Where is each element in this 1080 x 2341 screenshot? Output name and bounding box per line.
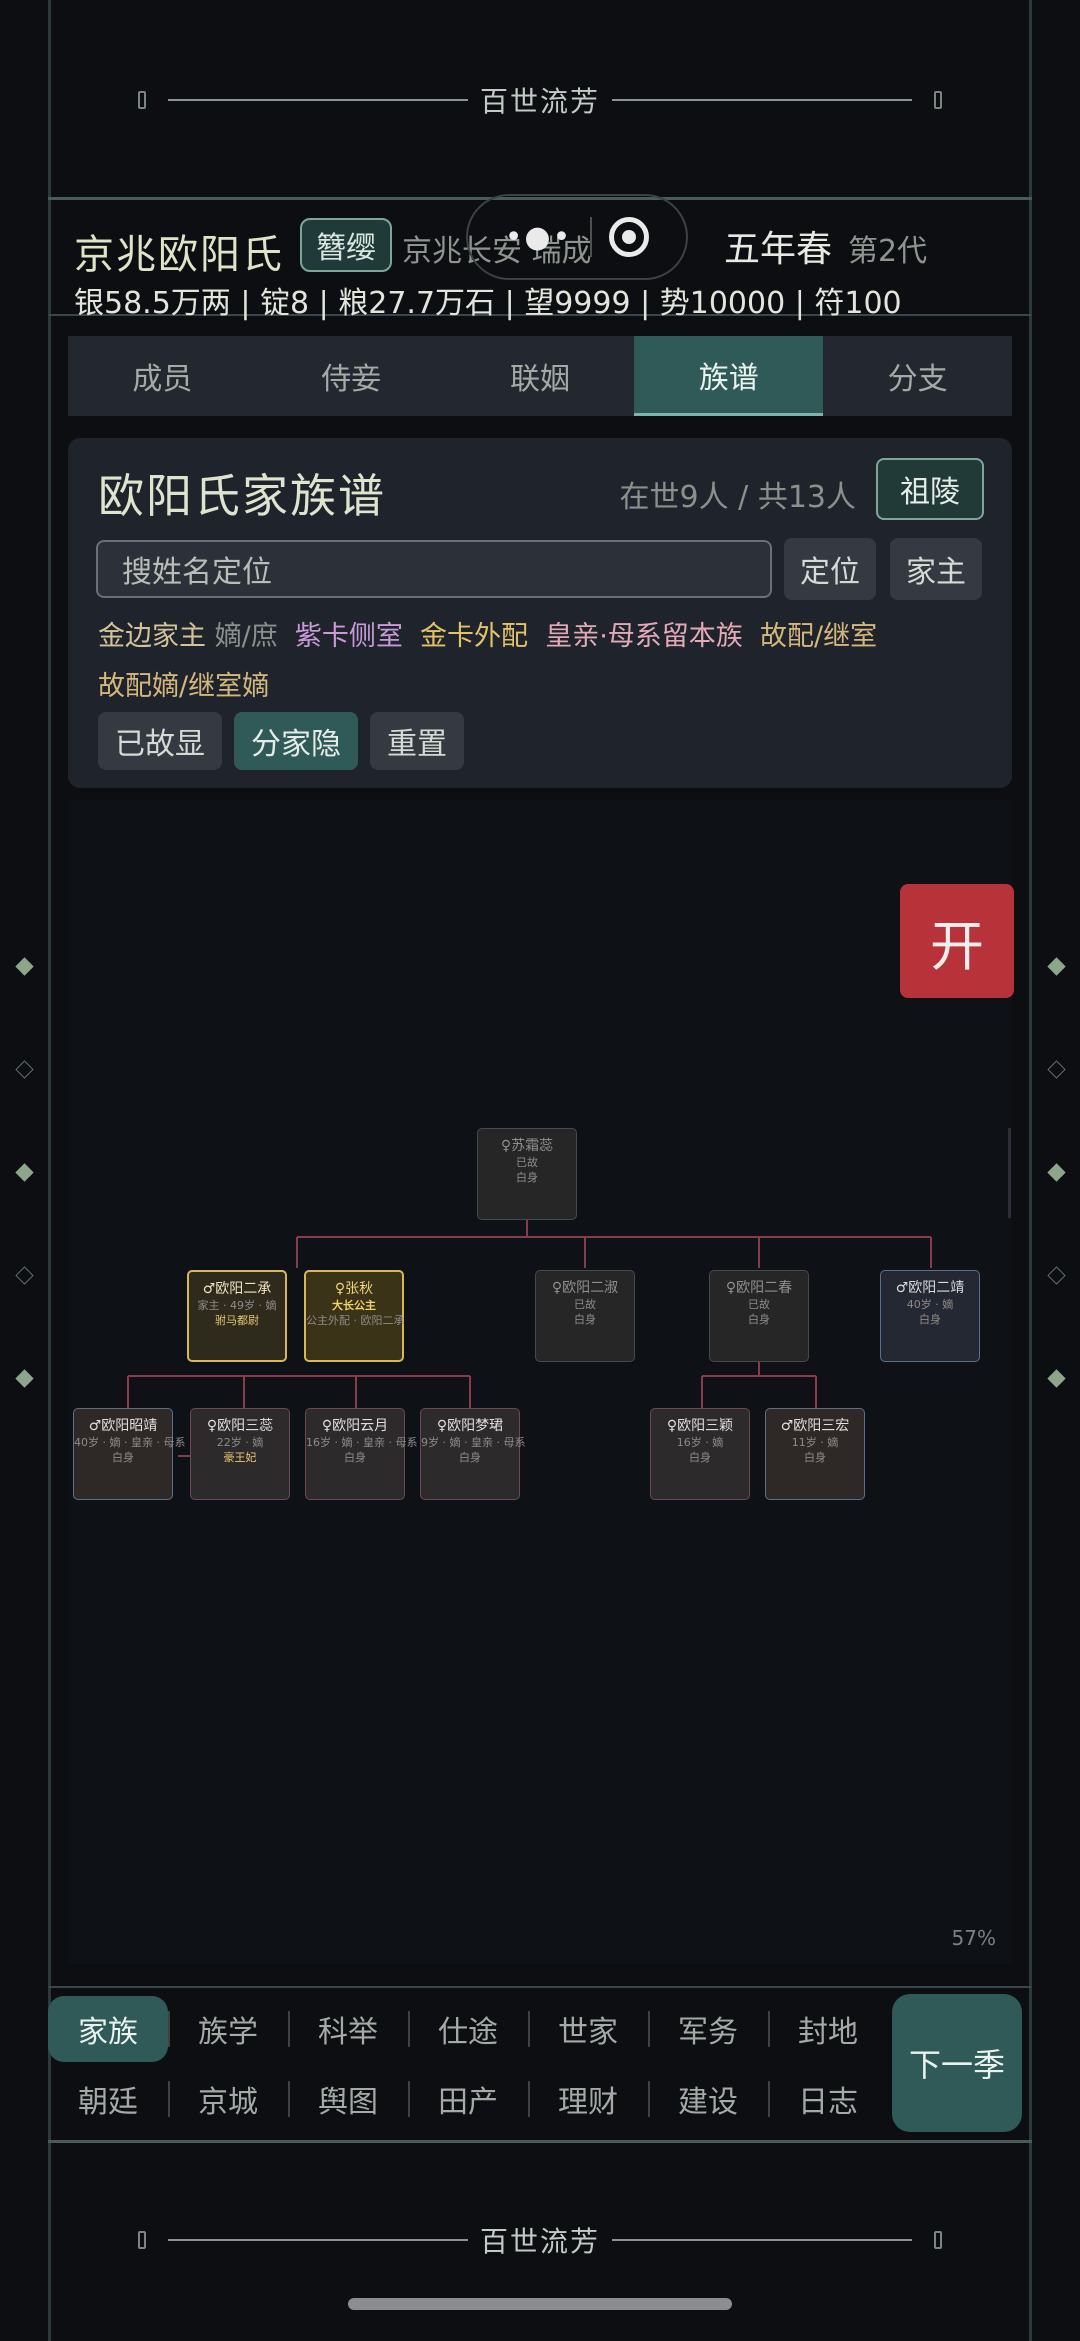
tab-members[interactable]: 成员 [68, 336, 257, 416]
tree-scrollbar[interactable] [1008, 1128, 1011, 1218]
capsule-divider [589, 217, 592, 257]
legend-row: 金边家主 嫡/庶 紫卡侧室 金卡外配 皇亲·母系留本族 故配/继室 [98, 614, 877, 653]
zoom-level: 57% [951, 1926, 996, 1950]
nav-imperial-exam[interactable]: 科举 [288, 1996, 408, 2062]
rank-badge[interactable]: 簪缨 [300, 218, 392, 272]
bottom-navigation: 家族 族学 科举 仕途 世家 军务 封地 朝廷 京城 舆图 田产 理财 建设 日… [48, 1990, 1032, 2140]
clan-header: 京兆欧阳氏 簪缨 京兆长安 瑞成 五年春 第2代 •●• 银58.5万两 | 锭… [48, 194, 1032, 321]
banner-title: 百世流芳 [479, 2225, 600, 2258]
locate-button[interactable]: 定位 [784, 538, 876, 600]
legend-gold-card: 金卡外配 [420, 621, 529, 652]
clan-head-button[interactable]: 家主 [890, 538, 982, 600]
tree-node-ouyang-sanying[interactable]: ♀欧阳三颖 16岁 · 嫡白身 [650, 1408, 750, 1500]
nav-clan-school[interactable]: 族学 [168, 1996, 288, 2062]
nav-row-2: 朝廷 京城 舆图 田产 理财 建设 日志 [48, 2066, 888, 2132]
tab-family-tree[interactable]: 族谱 [634, 336, 824, 416]
tree-node-ouyang-sanrui[interactable]: ♀欧阳三蕊 22岁 · 嫡豪王妃 [190, 1408, 290, 1500]
nav-row-1: 家族 族学 科举 仕途 世家 军务 封地 [48, 1996, 888, 2062]
banner-title: 百世流芳 [479, 85, 600, 118]
season-label: 五年春 [724, 229, 833, 270]
tree-connectors [127, 1220, 932, 1457]
nav-court[interactable]: 朝廷 [48, 2066, 168, 2132]
tree-node-su-shuangrui[interactable]: ♀苏霜蕊 已故 白身 [477, 1128, 577, 1220]
show-dead-toggle[interactable]: 已故显 [98, 712, 222, 770]
generation-label: 第2代 [848, 234, 928, 269]
legend-purple: 紫卡侧室 [294, 621, 403, 652]
home-indicator[interactable] [348, 2298, 732, 2310]
family-tree-canvas[interactable]: ♀苏霜蕊 已故 白身 ♂欧阳二承 家主 · 49岁 · 嫡驸马都尉 ♀张秋 大长公主 公主… [68, 800, 1012, 1964]
legend-main-branch: 嫡/庶 [214, 621, 278, 652]
tab-branches[interactable]: 分支 [823, 336, 1012, 416]
member-count: 在世9人 / 共13人 [619, 480, 856, 515]
family-tree-panel: 欧阳氏家族谱 在世9人 / 共13人 祖陵 搜姓名定位 定位 家主 金边家主 嫡… [68, 438, 1012, 788]
tab-concubines[interactable]: 侍妾 [257, 336, 446, 416]
nav-capital[interactable]: 京城 [168, 2066, 288, 2132]
banner-bar-right [612, 99, 912, 101]
tree-node-ouyang-zhaojing[interactable]: ♂欧阳昭靖 40岁 · 嫡 · 皇亲 · 母系 白身 [73, 1408, 185, 1500]
open-button[interactable]: 开 [900, 884, 1014, 998]
tree-node-ouyang-ercheng[interactable]: ♂欧阳二承 家主 · 49岁 · 嫡驸马都尉 [187, 1270, 287, 1362]
nav-log[interactable]: 日志 [768, 2066, 888, 2132]
next-season-button[interactable]: 下一季 [892, 1994, 1022, 2132]
banner-bar-left [167, 99, 468, 101]
main-tabs: 成员 侍妾 联姻 族谱 分支 [68, 336, 1012, 416]
clan-name: 京兆欧阳氏 [74, 232, 284, 278]
banner-cap-right [934, 91, 942, 109]
banner-cap-left [137, 91, 146, 109]
ancestral-tomb-button[interactable]: 祖陵 [876, 458, 984, 520]
banner-bar-right [612, 2239, 912, 2241]
close-target-icon[interactable] [609, 217, 650, 257]
mini-program-capsule[interactable]: •●• [466, 194, 688, 280]
banner-cap-right [934, 2231, 942, 2249]
search-input[interactable]: 搜姓名定位 [96, 540, 772, 598]
tree-node-ouyang-mengjun[interactable]: ♀欧阳梦珺 9岁 · 嫡 · 皇亲 · 母系 白身 [420, 1408, 525, 1500]
right-side-decoration [1046, 957, 1066, 1475]
more-dots-icon[interactable]: •●• [505, 220, 573, 255]
nav-construction[interactable]: 建设 [648, 2066, 768, 2132]
hide-branch-toggle[interactable]: 分家隐 [234, 712, 358, 770]
legend-gold-head: 金边家主 [98, 621, 206, 652]
tree-node-ouyang-erjing[interactable]: ♂欧阳二靖 40岁 · 嫡白身 [880, 1270, 980, 1362]
nav-estate[interactable]: 田产 [408, 2066, 528, 2132]
banner-cap-left [137, 2231, 146, 2249]
tree-node-zhang-qiu[interactable]: ♀张秋 大长公主 公主外配 · 欧阳二承 [304, 1270, 405, 1362]
legend-deceased: 故配/继室 [759, 621, 878, 652]
reset-button[interactable]: 重置 [370, 712, 464, 770]
legend-deceased-main: 故配嫡/继室嫡 [98, 671, 270, 702]
panel-title: 欧阳氏家族谱 [98, 469, 386, 523]
legend-royal: 皇亲·母系留本族 [545, 621, 743, 652]
tab-marriage[interactable]: 联姻 [446, 336, 635, 416]
top-banner: 百世流芳 [48, 0, 1032, 200]
tree-node-ouyang-yunyue[interactable]: ♀欧阳云月 16岁 · 嫡 · 皇亲 · 母系 白身 [305, 1408, 417, 1500]
nav-finance[interactable]: 理财 [528, 2066, 648, 2132]
nav-military[interactable]: 军务 [648, 1996, 768, 2062]
tree-node-ouyang-erchun[interactable]: ♀欧阳二春 已故 白身 [709, 1270, 809, 1362]
nav-family[interactable]: 家族 [48, 1996, 168, 2062]
banner-bar-left [167, 2239, 468, 2241]
resource-bar: 银58.5万两 | 锭8 | 粮27.7万石 | 望9999 | 势10000 … [74, 286, 902, 321]
left-side-decoration [14, 957, 34, 1475]
tree-node-ouyang-ershu[interactable]: ♀欧阳二淑 已故 白身 [535, 1270, 635, 1362]
nav-map[interactable]: 舆图 [288, 2066, 408, 2132]
nav-noble-families[interactable]: 世家 [528, 1996, 648, 2062]
nav-career[interactable]: 仕途 [408, 1996, 528, 2062]
nav-fief[interactable]: 封地 [768, 1996, 888, 2062]
tree-node-ouyang-sanhong[interactable]: ♂欧阳三宏 11岁 · 嫡白身 [765, 1408, 865, 1500]
nav-top-divider [48, 1986, 1032, 1988]
